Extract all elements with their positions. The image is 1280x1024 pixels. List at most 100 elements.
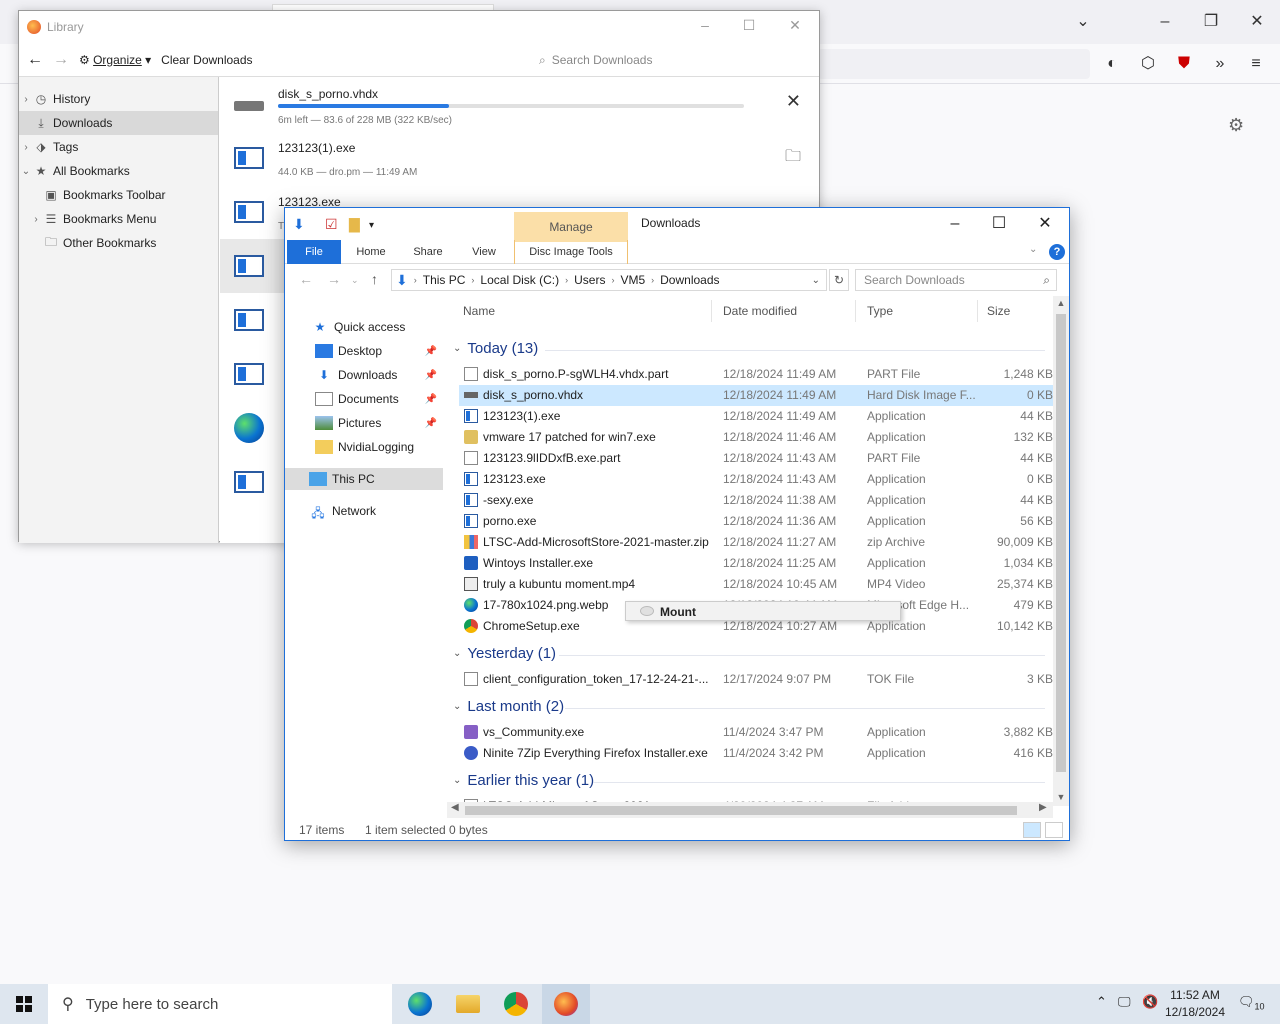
tab-share[interactable]: Share [403,240,453,264]
library-close-button[interactable]: ✕ [783,17,807,37]
address-dropdown-icon[interactable]: ⌄ [812,275,820,286]
sidebar-item-bookmarks-toolbar[interactable]: ▣ Bookmarks Toolbar [19,183,218,207]
tab-disc-image-tools[interactable]: Disc Image Tools [514,240,628,264]
file-row[interactable]: 123123.exe 12/18/2024 11:43 AM Application… [459,469,1053,490]
file-row[interactable]: client_configuration_token_17-12-24-21-.… [459,669,1053,690]
file-row[interactable]: porno.exe 12/18/2024 11:36 AM Application 5… [459,511,1053,532]
explorer-minimize-button[interactable]: – [935,212,975,236]
file-row[interactable]: LTSC-Add-MicrosoftStore-2021-master.zip 1… [459,532,1053,553]
explorer-maximize-button[interactable]: ☐ [979,212,1019,236]
notifications-icon[interactable]: 🗨10 [1238,994,1265,1012]
url-bar[interactable] [818,49,1090,79]
column-header-size[interactable]: Size [987,304,1010,318]
nav-item-documents[interactable]: Documents 📌 [285,388,443,410]
tab-list-icon[interactable]: ⌄ [1068,10,1098,34]
sidebar-item-tags[interactable]: › ⬗ Tags [19,135,218,159]
file-row[interactable]: 123123.9lIDDxfB.exe.part 12/18/2024 11:43… [459,448,1053,469]
explorer-search-input[interactable]: Search Downloads ⌕ [855,269,1057,291]
sidebar-item-all-bookmarks[interactable]: ⌄ ★ All Bookmarks [19,159,218,183]
network-tray-icon[interactable]: 🖵 [1118,994,1131,1010]
download-item[interactable]: 123123(1).exe 44.0 KB — dro.pm — 11:49 A… [220,131,819,185]
breadcrumb-users[interactable]: Users [574,273,605,287]
checkmark-icon[interactable]: ☑ [325,216,338,233]
tab-home[interactable]: Home [347,240,395,264]
vpn-icon[interactable]: ◐ [1100,52,1124,76]
start-button[interactable] [0,984,48,1024]
new-folder-icon[interactable]: ▇ [349,216,360,233]
sidebar-item-other-bookmarks[interactable]: 🗀 Other Bookmarks [19,231,218,255]
sidebar-item-history[interactable]: › ◷ History [19,87,218,111]
group-header-earlier[interactable]: ⌄ Earlier this year (1) [447,772,594,789]
taskbar-search-input[interactable]: ⚲ Type here to search [48,984,392,1024]
minimize-button[interactable]: – [1150,10,1180,34]
library-minimize-button[interactable]: – [693,17,717,37]
file-row[interactable]: disk_s_porno.P-sgWLH4.vhdx.part 12/18/202… [459,364,1053,385]
nav-item-this-pc[interactable]: This PC [285,468,443,490]
help-icon[interactable]: ? [1049,244,1065,260]
clock[interactable]: 11:52 AM 12/18/2024 [1160,987,1230,1021]
file-row[interactable]: Wintoys Installer.exe 12/18/2024 11:25 AM… [459,553,1053,574]
breadcrumb-local-disk[interactable]: Local Disk (C:) [480,273,559,287]
extensions-icon[interactable]: ⬡ [1136,52,1160,76]
group-header-yesterday[interactable]: ⌄ Yesterday (1) [447,645,556,662]
group-header-today[interactable]: ⌄ Today (13) [447,340,538,357]
properties-icon[interactable]: ⬇ [293,216,305,233]
settings-gear-icon[interactable]: ⚙ [1228,115,1244,136]
nav-item-network[interactable]: 🖧 Network [285,500,443,522]
volume-muted-icon[interactable]: 🔇 [1142,994,1158,1010]
pin-icon[interactable]: 📌 [425,370,437,381]
taskbar-chrome[interactable] [492,984,540,1024]
breadcrumb-vm5[interactable]: VM5 [620,273,645,287]
recent-locations-icon[interactable]: ⌄ [351,275,359,286]
library-search-input[interactable]: ⌕ Search Downloads [539,49,809,71]
open-folder-icon[interactable]: 🗀 [785,145,801,172]
file-row[interactable]: truly a kubuntu moment.mp4 12/18/2024 10:… [459,574,1053,595]
organize-button[interactable]: ⚙ Organize ▾ [79,53,151,67]
nav-item-pictures[interactable]: Pictures 📌 [285,412,443,434]
file-row[interactable]: Ninite 7Zip Everything Firefox Installer… [459,743,1053,764]
library-maximize-button[interactable]: ☐ [737,17,761,37]
overflow-icon[interactable]: » [1208,52,1232,76]
horizontal-scrollbar[interactable]: ◀ ▶ [447,802,1053,818]
nav-item-downloads[interactable]: ⬇ Downloads 📌 [285,364,443,386]
tab-manage[interactable]: Manage [514,212,628,242]
ribbon-expand-icon[interactable]: ⌄ [1029,244,1037,255]
cancel-download-icon[interactable]: ✕ [786,91,801,112]
taskbar-file-explorer[interactable] [444,984,492,1024]
vertical-scrollbar[interactable]: ▲ ▼ [1053,296,1069,806]
column-header-type[interactable]: Type [867,304,893,318]
file-row[interactable]: disk_s_porno.vhdx 12/18/2024 11:49 AM Hard… [459,385,1053,406]
pin-icon[interactable]: 📌 [425,394,437,405]
nav-item-desktop[interactable]: Desktop 📌 [285,340,443,362]
sidebar-item-bookmarks-menu[interactable]: › ☰ Bookmarks Menu [19,207,218,231]
group-header-last-month[interactable]: ⌄ Last month (2) [447,698,564,715]
restore-button[interactable]: ❐ [1196,10,1226,34]
column-header-date[interactable]: Date modified [723,304,797,318]
file-row[interactable]: 123123(1).exe 12/18/2024 11:49 AM Applicat… [459,406,1053,427]
taskbar-edge[interactable] [396,984,444,1024]
up-arrow-icon[interactable]: ↑ [371,271,378,287]
tab-view[interactable]: View [459,240,509,264]
file-row[interactable]: vs_Community.exe 11/4/2024 3:47 PM Applica… [459,722,1053,743]
large-icons-view-icon[interactable] [1045,822,1063,838]
pin-icon[interactable]: 📌 [425,346,437,357]
nav-item-nvidialogging[interactable]: NvidiaLogging [285,436,443,458]
breadcrumb-this-pc[interactable]: This PC [423,273,466,287]
refresh-icon[interactable]: ↻ [829,269,849,291]
back-arrow-icon[interactable]: ← [299,271,313,287]
file-row[interactable]: vmware 17 patched for win7.exe 12/18/2024… [459,427,1053,448]
file-row[interactable]: -sexy.exe 12/18/2024 11:38 AM Application 4… [459,490,1053,511]
address-bar[interactable]: ⬇ › This PC › Local Disk (C:) › Users › VM5… [391,269,827,291]
pin-icon[interactable]: 📌 [425,418,437,429]
nav-item-quick-access[interactable]: ★ Quick access [285,316,443,338]
close-button[interactable]: ✕ [1242,10,1272,34]
tab-file[interactable]: File [287,240,341,264]
breadcrumb-downloads[interactable]: Downloads [660,273,719,287]
tray-overflow-icon[interactable]: ⌃ [1096,994,1107,1010]
forward-arrow-icon[interactable]: → [53,51,69,69]
context-menu-mount[interactable]: Mount [625,601,901,621]
customize-qa-icon[interactable]: ▾ [369,220,374,231]
menu-icon[interactable]: ≡ [1244,52,1268,76]
forward-arrow-icon[interactable]: → [327,271,341,287]
clear-downloads-button[interactable]: Clear Downloads [161,53,252,67]
